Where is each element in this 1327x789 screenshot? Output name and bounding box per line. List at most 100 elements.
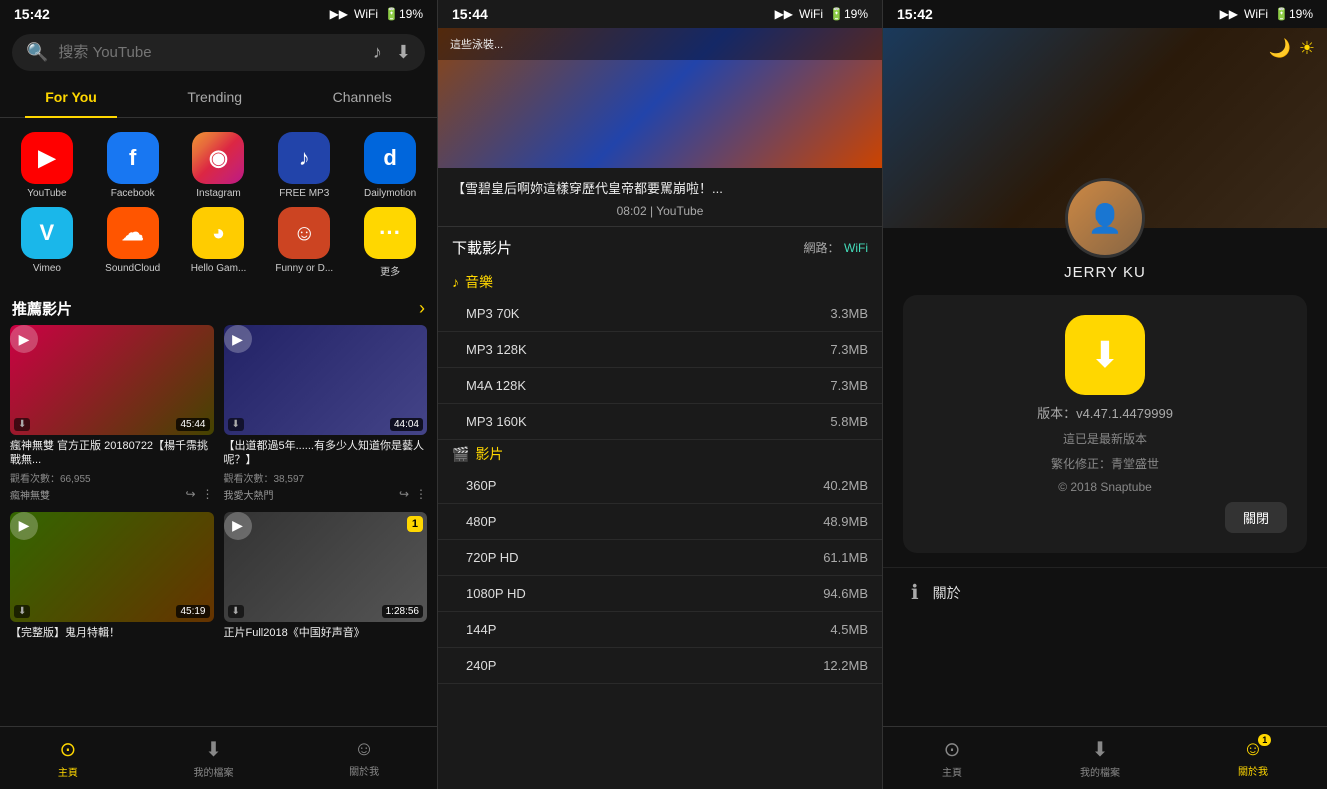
video-title-4: 正片Full2018《中国好声音》	[224, 626, 428, 640]
pnav-about[interactable]: ☺ 關於我	[1238, 738, 1268, 778]
about-icon: ☺	[354, 738, 374, 761]
app-grid: ▶ YouTube f Facebook ◉ Instagram ♪ FREE …	[0, 118, 437, 292]
dl-mp3-160k[interactable]: MP3 160K 5.8MB	[438, 404, 882, 440]
dl-m4a-128k[interactable]: M4A 128K 7.3MB	[438, 368, 882, 404]
video-views-1: 觀看次數：66,955	[10, 470, 214, 485]
battery-icon-mid: 🔋19%	[829, 7, 868, 21]
video-actions-2: 我愛大熱門 ↪ ⋮	[224, 487, 428, 502]
app-hellogame[interactable]: ◕ Hello Gam...	[180, 207, 258, 278]
video-card-4[interactable]: ▶ 1:28:56 1 ⬇ 正片Full2018《中国好声音》	[224, 512, 428, 640]
video-thumb-2: ▶ 44:04 ⬇	[224, 325, 428, 435]
video-card-2[interactable]: ▶ 44:04 ⬇ 【出道都過5年......有多少人知道你是藝人呢？】 觀看次…	[224, 325, 428, 502]
pnav-files[interactable]: ⬇ 我的檔案	[1080, 737, 1120, 779]
size-360p: 40.2MB	[823, 478, 868, 493]
share-icon-1[interactable]: ↪	[185, 487, 195, 501]
app-free-mp3[interactable]: ♪ FREE MP3	[265, 132, 343, 199]
dl-360p[interactable]: 360P 40.2MB	[438, 468, 882, 504]
profile-header: 🌙 ☀ 👤	[883, 28, 1327, 228]
nav-home[interactable]: ⊙ 主頁	[58, 737, 78, 779]
app-dailymotion[interactable]: d Dailymotion	[351, 132, 429, 199]
pnav-home[interactable]: ⊙ 主頁	[942, 737, 962, 779]
more-icon-2[interactable]: ⋮	[415, 487, 427, 501]
video-title-2: 【出道都過5年......有多少人知道你是藝人呢？】	[224, 439, 428, 468]
network-info: 網路： WiFi	[804, 239, 868, 257]
files-icon: ⬇	[205, 737, 222, 762]
soundcloud-icon: ☁	[107, 207, 159, 259]
size-mp3-128k: 7.3MB	[830, 342, 868, 357]
music-search-icon[interactable]: ♪	[373, 42, 382, 63]
format-240p: 240P	[466, 658, 496, 673]
nav-about-label: 關於我	[349, 763, 379, 778]
dl-720p[interactable]: 720P HD 61.1MB	[438, 540, 882, 576]
download-btn-4[interactable]: ⬇	[228, 605, 244, 618]
play-btn-3: ▶	[10, 512, 38, 540]
search-input[interactable]	[58, 44, 362, 61]
tab-trending[interactable]: Trending	[167, 83, 262, 111]
app-more-label: 更多	[380, 263, 400, 278]
share-icon-2[interactable]: ↪	[399, 487, 409, 501]
size-mp3-160k: 5.8MB	[830, 414, 868, 429]
dl-240p[interactable]: 240P 12.2MB	[438, 648, 882, 684]
dl-1080p[interactable]: 1080P HD 94.6MB	[438, 576, 882, 612]
nav-home-label: 主頁	[58, 764, 78, 779]
app-funnyordie[interactable]: ☺ Funny or D...	[265, 207, 343, 278]
signal-icon-mid: ▶▶	[775, 7, 793, 21]
about-action[interactable]: ℹ 關於	[883, 567, 1327, 617]
more-icon: ···	[364, 207, 416, 259]
download-btn-1[interactable]: ⬇	[14, 418, 30, 431]
dl-mp3-70k[interactable]: MP3 70K 3.3MB	[438, 296, 882, 332]
wifi-icon-mid: WiFi	[799, 7, 823, 21]
channel-2: 我愛大熱門	[224, 487, 274, 502]
video-title-1: 瘋神無雙 官方正版 20180722【楊千霈挑戰無...	[10, 439, 214, 468]
dl-144p[interactable]: 144P 4.5MB	[438, 612, 882, 648]
wifi-icon: WiFi	[354, 7, 378, 21]
download-icon[interactable]: ⬇	[396, 42, 411, 63]
search-bar[interactable]: 🔍 ♪ ⬇	[12, 34, 425, 71]
more-icon-1[interactable]: ⋮	[202, 487, 214, 501]
moon-icon[interactable]: 🌙	[1268, 38, 1290, 59]
size-1080p: 94.6MB	[823, 586, 868, 601]
channel-1: 瘋神無雙	[10, 487, 50, 502]
tab-for-you[interactable]: For You	[25, 83, 117, 111]
play-btn-1: ▶	[10, 325, 38, 353]
video-card-3[interactable]: ▶ 45:19 ⬇ 【完整版】鬼月特輯！	[10, 512, 214, 640]
dl-480p[interactable]: 480P 48.9MB	[438, 504, 882, 540]
profile-avatar: 👤	[1065, 178, 1145, 258]
play-btn-4: ▶	[224, 512, 252, 540]
format-mp3-160k: MP3 160K	[466, 414, 527, 429]
nav-about[interactable]: ☺ 關於我	[349, 738, 379, 778]
dailymotion-icon: d	[364, 132, 416, 184]
app-soundcloud[interactable]: ☁ SoundCloud	[94, 207, 172, 278]
network-val: WiFi	[844, 241, 868, 255]
app-instagram[interactable]: ◉ Instagram	[180, 132, 258, 199]
recommended-more-icon[interactable]: ›	[419, 298, 425, 319]
sun-icon[interactable]: ☀	[1299, 38, 1315, 59]
app-vimeo[interactable]: V Vimeo	[8, 207, 86, 278]
app-instagram-label: Instagram	[196, 188, 240, 199]
about-version: 版本：v4.47.1.4479999	[1037, 403, 1173, 422]
badge-4: 1	[407, 516, 423, 532]
close-button[interactable]: 關閉	[1225, 502, 1287, 533]
dl-mp3-128k[interactable]: MP3 128K 7.3MB	[438, 332, 882, 368]
profile-top-icons: 🌙 ☀	[1268, 38, 1315, 59]
status-bar-right: 15:42 ▶▶ WiFi 🔋19%	[883, 0, 1327, 28]
pnav-files-icon: ⬇	[1092, 737, 1109, 762]
video-label: 影片	[475, 444, 503, 464]
app-hellogame-label: Hello Gam...	[191, 263, 247, 274]
format-480p: 480P	[466, 514, 496, 529]
funnyordie-icon: ☺	[278, 207, 330, 259]
tab-channels[interactable]: Channels	[313, 83, 412, 111]
video-info: 【雪碧皇后啊妳這樣穿歷代皇帝都要駡崩啦！... 08:02 | YouTube	[438, 168, 882, 227]
nav-files[interactable]: ⬇ 我的檔案	[193, 737, 233, 779]
video-card-1[interactable]: ▶ 45:44 ⬇ 瘋神無雙 官方正版 20180722【楊千霈挑戰無... 觀…	[10, 325, 214, 502]
app-vimeo-label: Vimeo	[33, 263, 61, 274]
app-facebook[interactable]: f Facebook	[94, 132, 172, 199]
vimeo-icon: V	[21, 207, 73, 259]
pnav-about-icon: ☺	[1243, 738, 1263, 761]
download-btn-3[interactable]: ⬇	[14, 605, 30, 618]
app-soundcloud-label: SoundCloud	[105, 263, 160, 274]
download-btn-2[interactable]: ⬇	[228, 418, 244, 431]
bottom-nav-left: ⊙ 主頁 ⬇ 我的檔案 ☺ 關於我	[0, 726, 437, 789]
app-more[interactable]: ··· 更多	[351, 207, 429, 278]
app-youtube[interactable]: ▶ YouTube	[8, 132, 86, 199]
